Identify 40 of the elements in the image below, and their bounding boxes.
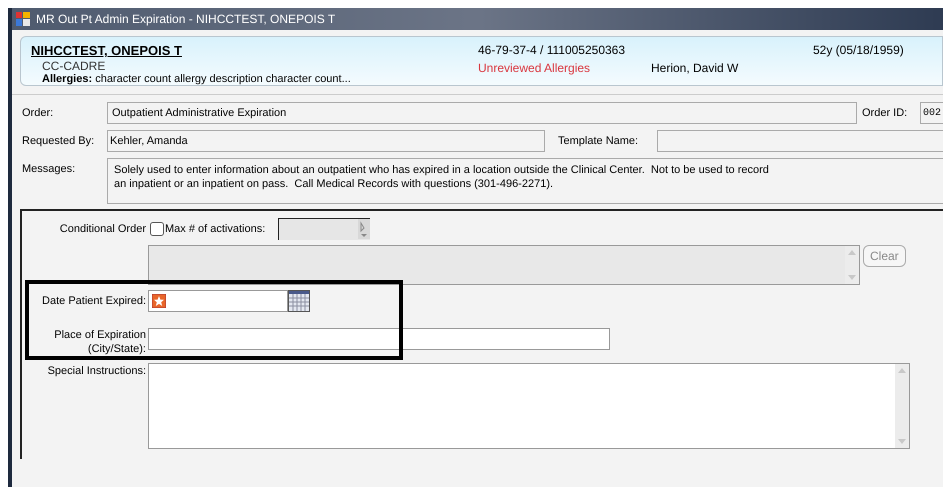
date-expired-field[interactable] bbox=[148, 290, 288, 312]
scrollbar[interactable] bbox=[845, 246, 859, 284]
patient-ids: 46-79-37-4 / 111005250363 bbox=[478, 42, 626, 59]
requested-by-field[interactable]: Kehler, Amanda bbox=[107, 130, 545, 152]
scrollbar[interactable] bbox=[895, 364, 909, 448]
down-arrow-icon[interactable] bbox=[848, 275, 856, 280]
app-icon bbox=[16, 12, 30, 26]
conditions-textarea[interactable] bbox=[148, 245, 860, 285]
place-of-expiration-label: Place of Expiration bbox=[53, 328, 146, 342]
down-arrow-icon[interactable] bbox=[898, 439, 906, 444]
message-line: Solely used to enter information about an outpatient who has expired in a location outside the Clinical Center. Not to be used to record bbox=[114, 163, 770, 177]
date-expired-label: Date Patient Expired: bbox=[41, 294, 146, 309]
place-of-expiration-label: (City/State): bbox=[86, 342, 146, 356]
requested-by-label: Requested By: bbox=[21, 134, 96, 149]
spinner-arrows-icon[interactable] bbox=[358, 219, 370, 239]
order-field[interactable]: Outpatient Administrative Expiration bbox=[107, 102, 857, 124]
allergy-alert[interactable]: Unreviewed Allergies bbox=[478, 59, 590, 77]
max-activations-label: Max # of activations: bbox=[165, 222, 266, 237]
message-line: an inpatient or an inpatient on pass. Call Medical Records with questions (301-496-2271). bbox=[114, 177, 554, 191]
order-id-field[interactable]: 002 bbox=[920, 102, 943, 124]
place-of-expiration-field[interactable] bbox=[148, 328, 610, 350]
template-name-field[interactable] bbox=[657, 130, 943, 152]
patient-age: 52y (05/18/1959) bbox=[813, 42, 904, 59]
template-name-label: Template Name: bbox=[558, 134, 640, 149]
up-arrow-icon[interactable] bbox=[898, 368, 906, 373]
order-label: Order: bbox=[21, 106, 54, 121]
max-activations-spinner[interactable] bbox=[278, 218, 370, 240]
window-title: MR Out Pt Admin Expiration - NIHCCTEST, ONEPOIS T bbox=[36, 11, 336, 28]
special-instructions-label: Special Instructions: bbox=[46, 364, 146, 379]
special-instructions-textarea[interactable] bbox=[148, 363, 910, 449]
order-id-label: Order ID: bbox=[862, 106, 908, 121]
up-arrow-icon[interactable] bbox=[848, 250, 856, 255]
physician-name: Herion, David W bbox=[651, 60, 738, 77]
allergies-text: Allergies: character count allergy description character count... bbox=[42, 72, 351, 87]
patient-name[interactable]: NIHCCTEST, ONEPOIS T bbox=[31, 41, 182, 60]
conditional-order-label: Conditional Order bbox=[58, 222, 146, 237]
conditional-order-checkbox[interactable] bbox=[150, 222, 164, 236]
patient-location: CC-CADRE bbox=[42, 58, 106, 74]
messages-label: Messages: bbox=[21, 162, 76, 177]
calendar-icon[interactable] bbox=[288, 290, 310, 312]
